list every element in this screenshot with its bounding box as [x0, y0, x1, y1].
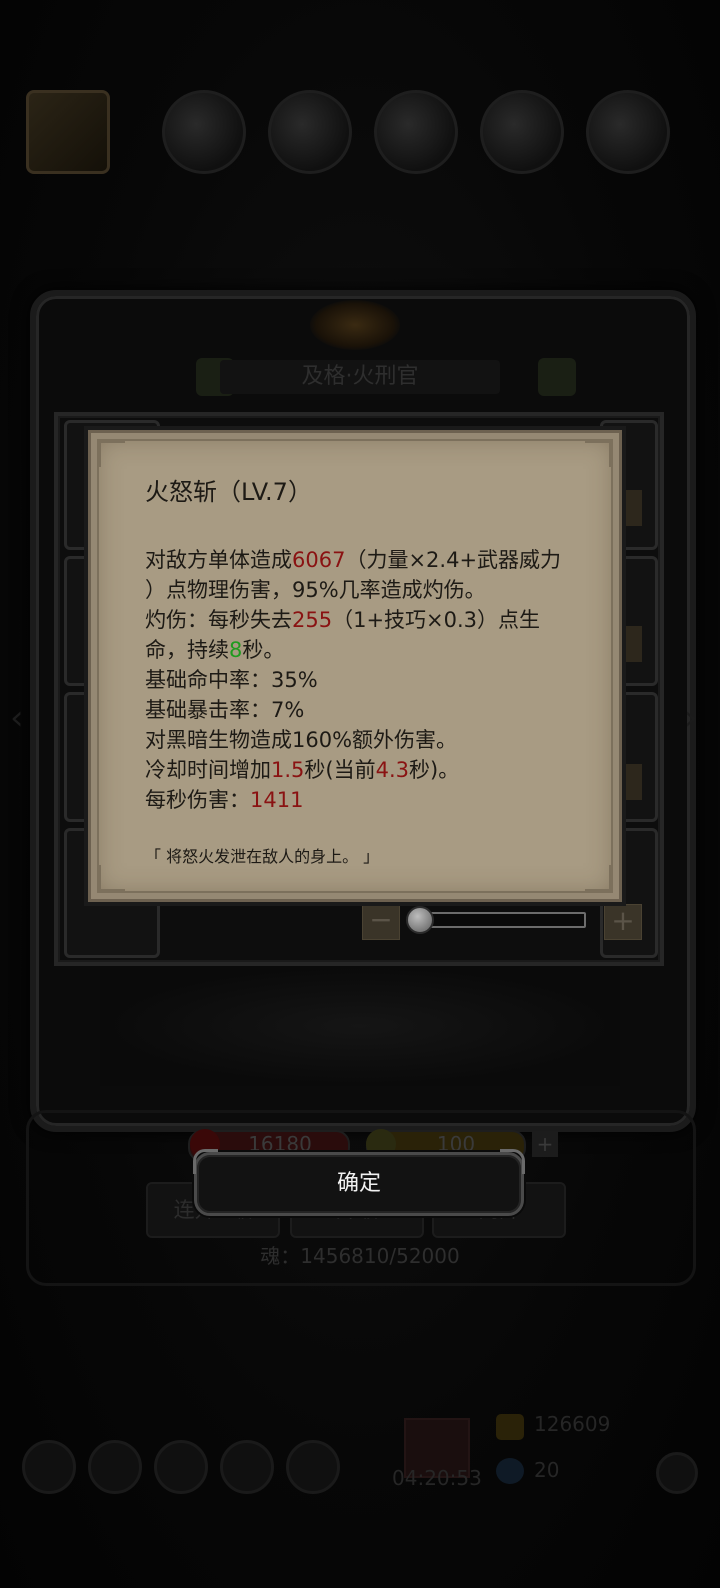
skill-icon [586, 90, 670, 174]
corner-ornament [99, 865, 125, 891]
cooldown-current-value: 4.3 [375, 758, 410, 782]
confirm-label: 确定 [336, 1171, 381, 1196]
slider-minus-button[interactable]: − [362, 904, 400, 940]
gold-value: 126609 [534, 1412, 611, 1436]
desc-text: 灼伤：每秒失去 [145, 608, 292, 632]
slot-button [622, 626, 642, 662]
slot-button [622, 490, 642, 526]
nav-icon[interactable] [22, 1440, 76, 1494]
level-slider-knob[interactable] [406, 906, 434, 934]
dps-line: 每秒伤害：1411 [145, 785, 565, 815]
skill-description-line: 对敌方单体造成6067（力量×2.4+武器威力 [145, 545, 565, 575]
skill-description-line: 命，持续8秒。 [145, 635, 565, 665]
button-ornament [500, 1149, 525, 1174]
corner-ornament [99, 441, 125, 467]
dps-label: 每秒伤害： [145, 788, 250, 812]
skill-icon [268, 90, 352, 174]
desc-text: （1+技巧×0.3）点生 [332, 608, 541, 632]
skill-icon [480, 90, 564, 174]
confirm-button[interactable]: 确定 [193, 1149, 525, 1216]
gold-icon [496, 1414, 524, 1440]
burn-value: 255 [292, 608, 333, 632]
desc-text: （力量×2.4+武器威力 [345, 548, 562, 572]
background-art [100, 966, 620, 1086]
crit-rate-line: 基础暴击率：7% [145, 698, 305, 722]
dps-value: 1411 [250, 788, 304, 812]
skill-info-dialog: 火怒斩（LV.7） 对敌方单体造成6067（力量×2.4+武器威力 ）点物理伤害… [88, 430, 622, 902]
desc-text: 命，持续 [145, 638, 229, 662]
desc-text: 冷却时间增加 [145, 758, 271, 782]
skill-icon [162, 90, 246, 174]
desc-text: 秒。 [242, 638, 285, 662]
cooldown-increase-value: 1.5 [271, 758, 305, 782]
corner-ornament [585, 865, 611, 891]
panel-title: 及格·火刑官 [220, 360, 500, 394]
corner-ornament [585, 441, 611, 467]
nav-icon[interactable] [88, 1440, 142, 1494]
cooldown-line: 冷却时间增加1.5秒(当前4.3秒)。 [145, 755, 565, 785]
button-ornament [193, 1149, 218, 1174]
soul-counter: 魂：1456810/52000 [260, 1244, 460, 1268]
hit-rate-line: 基础命中率：35% [145, 668, 318, 692]
skill-description-line: 灼伤：每秒失去255（1+技巧×0.3）点生 [145, 605, 565, 635]
chevron-left-icon: ‹ [10, 698, 24, 738]
slider-plus-button[interactable]: + [604, 904, 642, 940]
nav-icon[interactable] [220, 1440, 274, 1494]
skill-icon [374, 90, 458, 174]
timer-text: 04:20:53 [392, 1466, 482, 1490]
add-energy-button[interactable]: + [532, 1131, 558, 1157]
dark-bonus-line: 对黑暗生物造成160%额外伤害。 [145, 728, 458, 752]
skill-title: 火怒斩（LV.7） [145, 478, 312, 506]
slot-button [622, 764, 642, 800]
skill-icon [26, 90, 110, 174]
desc-text: 秒(当前 [304, 758, 376, 782]
skill-icon-bar [26, 90, 686, 174]
desc-text: 对敌方单体造成 [145, 548, 292, 572]
emblem-icon [310, 300, 400, 350]
settings-badge-icon [538, 358, 576, 396]
gem-value: 20 [534, 1458, 560, 1482]
nav-icon[interactable] [154, 1440, 208, 1494]
duration-value: 8 [229, 638, 243, 662]
skill-description-line: ）点物理伤害，95%几率造成灼伤。 [145, 578, 486, 602]
gem-icon [496, 1458, 524, 1484]
desc-text: 秒)。 [409, 758, 460, 782]
chevron-right-icon: › [684, 698, 698, 738]
level-slider-track[interactable] [416, 912, 586, 928]
add-icon[interactable] [656, 1452, 698, 1494]
damage-value: 6067 [292, 548, 346, 572]
nav-icon[interactable] [286, 1440, 340, 1494]
skill-flavor-quote: 「 将怒火发泄在敌人的身上。 」 [145, 847, 380, 866]
